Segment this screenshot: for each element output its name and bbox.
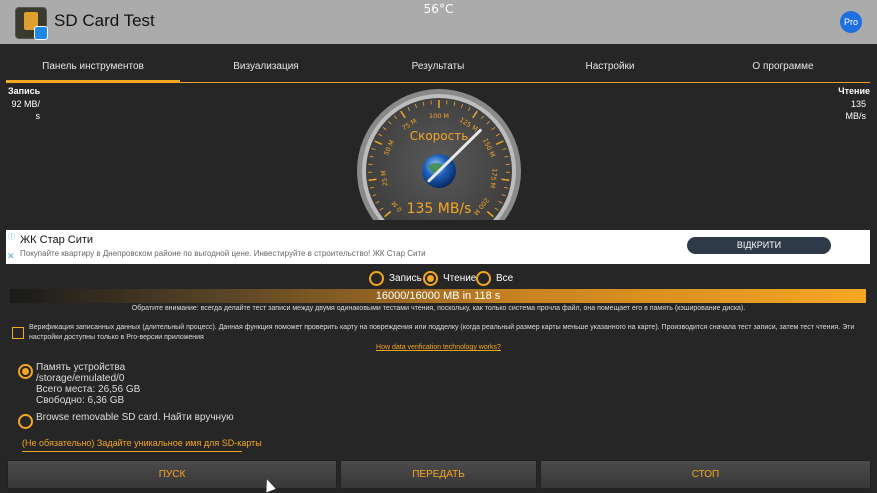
ad-banner[interactable]: ⓘ ✕ ЖК Стар Сити Покупайте квартиру в Дн… — [6, 230, 870, 264]
read-value: 135 MB/s — [845, 99, 866, 121]
ad-subtitle: Покупайте квартиру в Днепровском районе … — [20, 249, 426, 258]
mode-all-radio[interactable] — [476, 271, 491, 286]
storage-device-path: /storage/emulated/0 — [36, 373, 125, 384]
speed-gauge: 0 M 25 M 50 M 75 M 100 M 125 M 150 M 175 M 200 M… — [356, 88, 522, 220]
progress-text: 16000/16000 MB in 118 s — [375, 290, 501, 302]
gauge-title: Скорость — [410, 129, 469, 143]
verification-label: Верификация записанных данных (длительны… — [29, 324, 855, 341]
gauge-major-tick — [368, 178, 377, 182]
gauge-tick-label: 100 M — [429, 112, 449, 120]
tab-visualization[interactable]: Визуализация — [180, 52, 352, 82]
tab-bar: Панель инструментов Визуализация Результ… — [6, 52, 870, 82]
write-label: Запись — [8, 86, 41, 96]
gauge-value: 135 MB/s — [407, 201, 472, 217]
ad-open-button[interactable]: ВІДКРИТИ — [687, 237, 831, 254]
write-value: 92 MB/s — [11, 99, 40, 121]
stop-button[interactable]: СТОП — [540, 460, 871, 489]
tab-divider — [6, 82, 870, 83]
mode-write-radio[interactable] — [369, 271, 384, 286]
tab-dashboard[interactable]: Панель инструментов — [6, 52, 180, 82]
test-progress-bar: 16000/16000 MB in 118 s — [10, 289, 866, 303]
ad-info-icon[interactable]: ⓘ — [8, 232, 16, 241]
app-bar: SD Card Test 56°C Pro — [0, 0, 877, 44]
read-label: Чтение — [838, 86, 870, 96]
verification-info-link[interactable]: How data verification technology works? — [0, 344, 877, 351]
browse-sd-radio[interactable] — [18, 414, 33, 429]
sd-name-input[interactable]: (Не обязательно) Задайте уникальное имя … — [22, 438, 262, 448]
storage-device-total: Всего места: 26,56 GB — [36, 384, 141, 395]
send-button[interactable]: ПЕРЕДАТЬ — [340, 460, 537, 489]
storage-device-name: Память устройства — [36, 362, 126, 373]
ad-close-icon[interactable]: ✕ — [7, 252, 15, 262]
mode-read[interactable]: Чтение — [423, 271, 476, 287]
mode-all[interactable]: Все — [476, 271, 513, 287]
storage-device-radio[interactable] — [18, 364, 33, 379]
cache-notice: Обратите внимание: всегда делайте тест з… — [131, 305, 746, 312]
tab-results[interactable]: Результаты — [352, 52, 524, 82]
tab-settings[interactable]: Настройки — [524, 52, 696, 82]
pro-button[interactable]: Pro — [840, 11, 862, 33]
start-button[interactable]: ПУСК — [7, 460, 337, 489]
speed-gauge-dial: 0 M25 M50 M75 M100 M 125 M150 M175 M200 M… — [357, 89, 521, 220]
storage-device-free: Свободно: 6,36 GB — [36, 395, 125, 406]
mode-write[interactable]: Запись — [369, 271, 422, 287]
temperature-indicator: 56°C — [423, 2, 454, 16]
ad-title: ЖК Стар Сити — [20, 234, 94, 246]
sd-name-underline — [22, 451, 242, 452]
gauge-major-tick — [501, 178, 510, 182]
browse-sd-label[interactable]: Browse removable SD card. Найти вручную — [36, 412, 234, 423]
mode-read-radio[interactable] — [423, 271, 438, 286]
verification-checkbox[interactable] — [12, 327, 24, 339]
tab-about[interactable]: О программе — [696, 52, 870, 82]
